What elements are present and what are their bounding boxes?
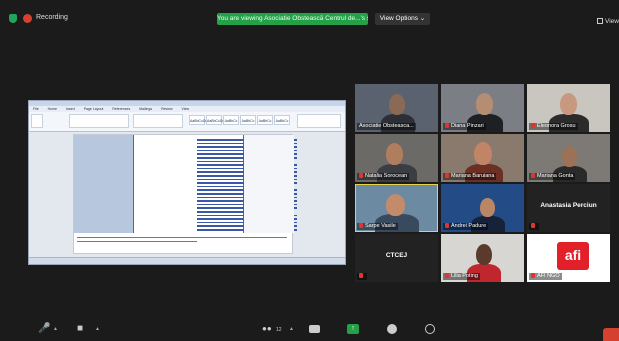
recording-label: Recording — [36, 14, 68, 21]
participant-name — [529, 223, 539, 230]
participant-tile[interactable]: Eleonora Grosu — [527, 84, 610, 132]
participant-tile[interactable]: Andrei Padure — [441, 184, 524, 232]
mute-mic-icon[interactable]: 🎤 — [38, 323, 50, 335]
grid-icon — [597, 18, 603, 24]
participant-name: Mariana Gonta — [529, 173, 576, 180]
participant-name: Asociatie Obsteasca... — [357, 123, 416, 130]
document-page[interactable] — [73, 134, 297, 254]
chat-icon[interactable] — [309, 325, 320, 333]
style-swatch[interactable]: AaBbCc — [223, 115, 239, 125]
mic-muted-icon — [445, 173, 449, 178]
video-camera-icon[interactable]: ■ — [77, 323, 83, 335]
participant-video — [476, 93, 493, 115]
participant-tile[interactable]: CTCEJ — [355, 234, 438, 282]
document-ribbon: AaBbCcDc AaBbCcDc AaBbCc AaBbCc AaBbCc A… — [29, 112, 345, 132]
mic-muted-icon — [531, 173, 535, 178]
participant-video — [386, 194, 405, 216]
mic-muted-icon — [359, 223, 363, 228]
mic-muted-icon — [531, 123, 535, 128]
table-cell-text[interactable] — [134, 135, 297, 233]
record-icon[interactable] — [387, 324, 397, 334]
menu-view[interactable]: View — [182, 107, 190, 111]
reactions-icon[interactable] — [425, 324, 435, 334]
mic-muted-icon — [359, 173, 363, 178]
participant-name: Eleonora Grosu — [529, 123, 578, 130]
participant-name: AFI NGO — [529, 273, 562, 280]
participant-video — [480, 198, 495, 217]
participant-video — [562, 146, 577, 167]
participant-name: Mariana Baruiana — [443, 173, 497, 180]
afi-logo: afi — [557, 242, 589, 270]
screen-share-banner: You are viewing Asociatie Obstească Cent… — [217, 13, 368, 25]
footnote-line — [77, 241, 197, 243]
style-swatch[interactable]: AaBbCcDc — [206, 115, 224, 125]
menu-review[interactable]: Review — [161, 107, 172, 111]
participant-name: Andrei Padure — [443, 223, 489, 230]
participant-name: Lilia Poting — [443, 273, 480, 280]
shared-document-window[interactable]: File Home Insert Page Layout References … — [28, 100, 346, 265]
mic-muted-icon — [531, 223, 535, 228]
participant-video — [476, 244, 492, 265]
menu-insert[interactable]: Insert — [66, 107, 75, 111]
participant-name: Sarpe Vasile — [357, 223, 398, 230]
participant-tile[interactable]: Natalia Sorocean — [355, 134, 438, 182]
style-swatch[interactable]: AaBbCc — [274, 115, 290, 125]
mic-muted-icon — [531, 273, 535, 278]
meeting-toolbar: 🎤 ▲ ■ ▲ ●● 12 ▲ ↑ — [0, 318, 619, 341]
menu-mailings[interactable]: Mailings — [139, 107, 152, 111]
participant-tile-active-speaker[interactable]: Sarpe Vasile — [355, 184, 438, 232]
recording-icon — [23, 14, 32, 23]
style-swatch[interactable]: AaBbCc — [240, 115, 256, 125]
participant-video — [474, 142, 492, 165]
share-screen-icon[interactable]: ↑ — [347, 324, 359, 334]
chevron-up-icon[interactable]: ▲ — [53, 326, 58, 332]
document-body[interactable] — [29, 132, 345, 257]
style-swatch[interactable]: AaBbCc — [257, 115, 273, 125]
participant-name: Diana Pinzari — [443, 123, 486, 130]
participant-display-name: Anastasia Perciun — [540, 202, 597, 209]
participant-tile[interactable]: Asociatie Obsteasca... — [355, 84, 438, 132]
mic-muted-icon — [359, 273, 363, 278]
participants-count: 12 — [276, 327, 282, 333]
participant-name — [357, 273, 367, 280]
menu-file[interactable]: File — [33, 107, 39, 111]
chevron-up-icon[interactable]: ▲ — [289, 326, 294, 332]
shield-icon[interactable] — [9, 14, 17, 23]
participant-tile[interactable]: Mariana Gonta — [527, 134, 610, 182]
leave-button[interactable] — [603, 328, 619, 341]
paragraph-group[interactable] — [133, 114, 183, 128]
top-bar: Recording You are viewing Asociatie Obst… — [0, 0, 619, 30]
mic-muted-icon — [445, 273, 449, 278]
mic-muted-icon — [445, 223, 449, 228]
table-column-right — [244, 135, 294, 233]
font-group[interactable] — [69, 114, 129, 128]
menu-page-layout[interactable]: Page Layout — [84, 107, 104, 111]
document-status-bar — [29, 257, 345, 264]
participant-tile[interactable]: Mariana Baruiana — [441, 134, 524, 182]
participants-icon[interactable]: ●● — [262, 323, 272, 335]
participant-tile[interactable]: Lilia Poting — [441, 234, 524, 282]
view-button[interactable]: View — [597, 18, 619, 25]
participant-display-name: CTCEJ — [385, 252, 408, 259]
participant-name: Natalia Sorocean — [357, 173, 410, 180]
table-column-left — [74, 135, 134, 233]
participant-tile[interactable]: afi AFI NGO — [527, 234, 610, 282]
view-label: View — [605, 18, 619, 25]
participant-tile[interactable]: Diana Pinzari — [441, 84, 524, 132]
participant-video — [560, 93, 577, 115]
style-swatch[interactable]: AaBbCcDc — [189, 115, 207, 125]
mic-muted-icon — [445, 123, 449, 128]
menu-home[interactable]: Home — [48, 107, 57, 111]
participant-tile[interactable]: Anastasia Perciun — [527, 184, 610, 232]
chevron-up-icon[interactable]: ▲ — [95, 326, 100, 332]
participant-video — [389, 94, 405, 115]
menu-references[interactable]: References — [112, 107, 130, 111]
view-options-button[interactable]: View Options ⌄ — [375, 13, 430, 25]
editing-group[interactable] — [297, 114, 341, 128]
participant-video — [386, 143, 403, 165]
paste-icon[interactable] — [31, 114, 43, 128]
footnote-line — [77, 237, 287, 239]
